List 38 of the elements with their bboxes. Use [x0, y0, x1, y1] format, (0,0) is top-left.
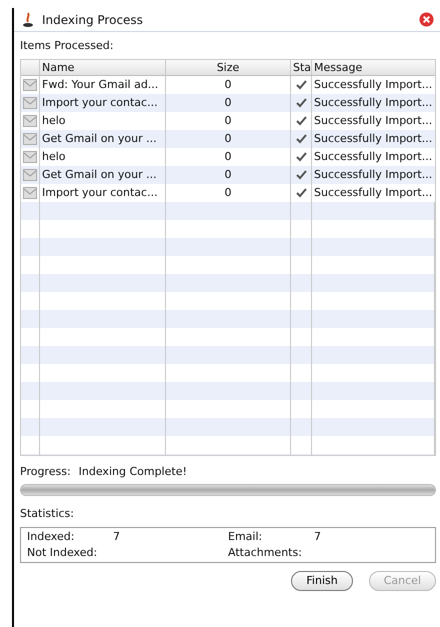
finish-button[interactable]: Finish: [291, 570, 353, 591]
section-label: Items Processed:: [20, 38, 114, 54]
column-header[interactable]: Message: [312, 60, 435, 74]
column-header[interactable]: Name: [40, 60, 166, 74]
progress-status: Indexing Complete!: [78, 464, 187, 480]
envelope-icon: [23, 186, 37, 198]
table-cell-text: Successfully Import...: [313, 166, 434, 182]
field-label: Not Indexed:: [27, 544, 98, 560]
table-cell: 0: [166, 130, 291, 148]
table-cell-text: Successfully Import...: [313, 148, 434, 164]
field-label: Attachments:: [228, 544, 303, 560]
envelope-icon: [23, 150, 37, 162]
table-cell: 0: [166, 94, 291, 112]
table-cell: Import your contac...: [40, 94, 166, 112]
column-header[interactable]: Size: [166, 60, 291, 74]
table-cell: Get Gmail on your ...: [40, 166, 166, 184]
field-label: Indexed:: [27, 528, 76, 544]
column-header[interactable]: Sta: [291, 60, 312, 74]
envelope-icon: [23, 78, 37, 90]
envelope-icon: [23, 132, 37, 144]
table-cell-text: Successfully Import...: [313, 184, 434, 200]
app-logo-icon: [20, 12, 36, 28]
close-icon[interactable]: [419, 12, 434, 27]
field-value: 7: [314, 528, 322, 544]
table-cell-text: Successfully Import...: [313, 76, 434, 92]
table-cell-text: Successfully Import...: [313, 130, 434, 146]
table-cell: Get Gmail on your ...: [40, 130, 166, 148]
envelope-icon: [23, 96, 37, 108]
table-cell: 0: [166, 166, 291, 184]
field-value: 7: [113, 528, 121, 544]
field-label: Email:: [228, 528, 264, 544]
progress-label: Progress:: [20, 464, 71, 480]
envelope-icon: [23, 168, 37, 180]
envelope-icon: [23, 114, 37, 126]
section-label: Statistics:: [20, 506, 75, 522]
table-cell-text: Successfully Import...: [313, 112, 434, 128]
table-cell-text: Successfully Import...: [313, 94, 434, 110]
window-title: Indexing Process: [42, 12, 144, 28]
